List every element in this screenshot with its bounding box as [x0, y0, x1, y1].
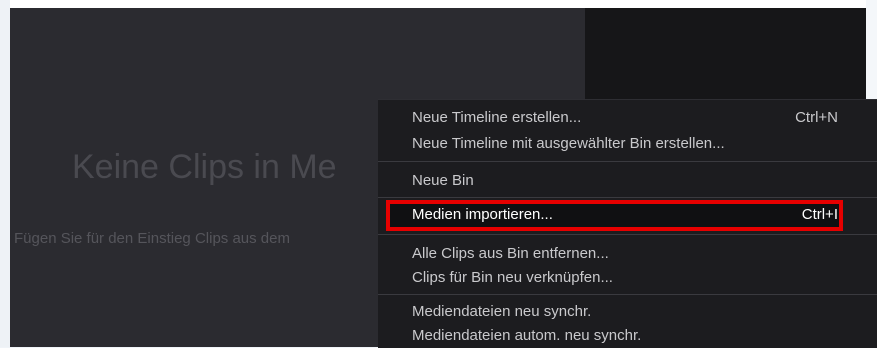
menu-item-new-timeline[interactable]: Neue Timeline erstellen... Ctrl+N	[412, 107, 838, 129]
menu-item-resync-media[interactable]: Mediendateien neu synchr.	[412, 301, 838, 323]
menu-separator	[378, 234, 877, 235]
left-edge	[0, 0, 10, 347]
menu-item-auto-resync-media[interactable]: Mediendateien autom. neu synchr.	[412, 325, 838, 347]
menu-separator	[378, 197, 877, 198]
empty-state-hint: Fügen Sie für den Einstieg Clips aus dem	[14, 230, 290, 247]
menu-item-label: Mediendateien neu synchr.	[412, 303, 592, 320]
menu-item-label: Mediendateien autom. neu synchr.	[412, 327, 642, 344]
menu-item-shortcut: Ctrl+N	[795, 109, 838, 126]
menu-separator	[378, 294, 877, 295]
menu-item-label: Neue Timeline mit ausgewählter Bin erste…	[412, 135, 725, 152]
menu-item-new-bin[interactable]: Neue Bin	[412, 170, 838, 192]
menu-item-new-timeline-from-bin[interactable]: Neue Timeline mit ausgewählter Bin erste…	[412, 133, 838, 155]
menu-item-import-media[interactable]: Medien importieren... Ctrl+I	[412, 204, 838, 226]
menu-item-relink-clips[interactable]: Clips für Bin neu verknüpfen...	[412, 267, 838, 289]
empty-state-title: Keine Clips in Me	[72, 148, 337, 186]
context-menu: Neue Timeline erstellen... Ctrl+N Neue T…	[378, 99, 877, 348]
menu-item-remove-all-clips[interactable]: Alle Clips aus Bin entfernen...	[412, 243, 838, 265]
top-edge	[0, 0, 877, 8]
menu-item-shortcut: Ctrl+I	[801, 206, 838, 223]
menu-item-label: Alle Clips aus Bin entfernen...	[412, 245, 609, 262]
menu-item-label: Medien importieren...	[412, 206, 553, 223]
menu-item-label: Clips für Bin neu verknüpfen...	[412, 269, 613, 286]
menu-separator	[378, 161, 877, 162]
menu-item-label: Neue Bin	[412, 172, 474, 189]
menu-item-label: Neue Timeline erstellen...	[412, 109, 582, 126]
